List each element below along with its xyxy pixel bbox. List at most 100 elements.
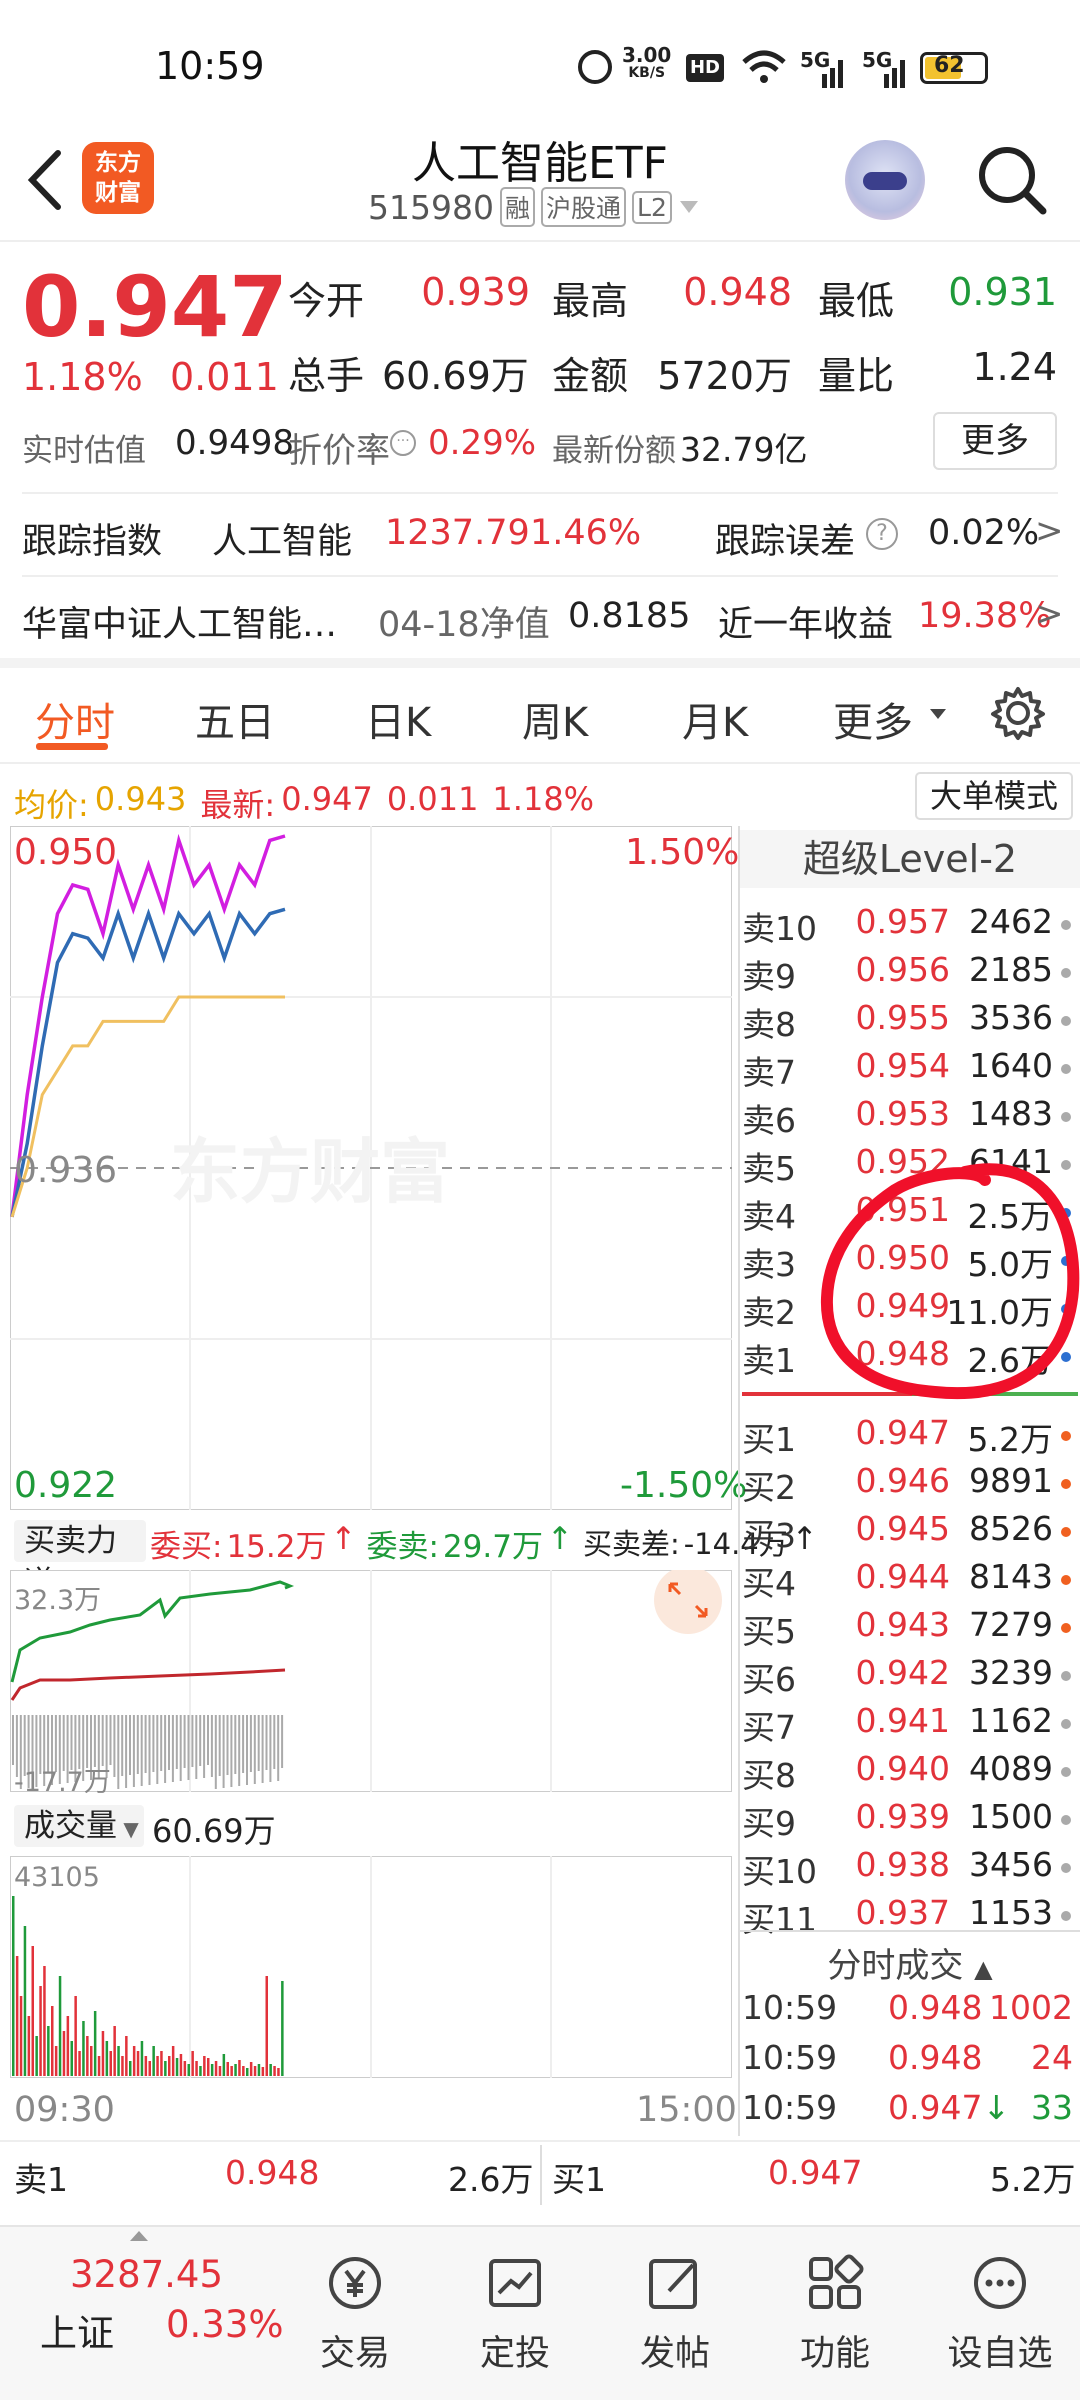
- chevron-right-icon[interactable]: >: [1035, 594, 1064, 634]
- force-bar: [171, 1715, 174, 1782]
- volume-bar: [148, 2061, 151, 2076]
- low-value: 0.931: [948, 270, 1057, 314]
- dropdown-icon[interactable]: [678, 199, 700, 215]
- ask-volume: 1640: [969, 1046, 1053, 1085]
- settings-gear-icon[interactable]: [990, 685, 1046, 741]
- nav-fixed-invest[interactable]: 定投: [425, 2225, 605, 2400]
- bid-row[interactable]: 买4 0.944 8143: [740, 1557, 1075, 1605]
- volume-bar: [90, 2046, 93, 2076]
- volume-bar: [183, 2061, 187, 2076]
- bid-row[interactable]: 买11 0.937 1153: [740, 1893, 1075, 1941]
- net-speed: 3.00 KB/S: [622, 43, 672, 81]
- ask-row[interactable]: 卖7 0.954 1640: [740, 1046, 1075, 1094]
- bid-row[interactable]: 买10 0.938 3456: [740, 1845, 1075, 1893]
- status-dot: [1061, 1479, 1071, 1489]
- big-order-mode-button[interactable]: 大单模式: [915, 772, 1073, 820]
- volume-bar: [226, 2062, 229, 2076]
- tab-weekly-k[interactable]: 周K: [522, 690, 588, 748]
- bid-row[interactable]: 买7 0.941 1162: [740, 1701, 1075, 1749]
- volume-bar: [261, 2067, 265, 2076]
- y-min-label: 0.922: [14, 1465, 118, 1506]
- bid-row[interactable]: 买5 0.943 7279: [740, 1605, 1075, 1653]
- open-label: 今开: [288, 279, 365, 323]
- volume-bar: [43, 1966, 46, 2076]
- fund-name[interactable]: 华富中证人工智能…: [22, 596, 337, 647]
- force-legend: 委买: 15.2万 ↑ 委卖: 29.7万 ↑ 买卖差: -14.4万 ↑: [150, 1521, 818, 1566]
- volume-bar: [39, 1986, 42, 2076]
- bid-price: 0.937: [855, 1893, 950, 1932]
- nav-functions[interactable]: 功能: [745, 2225, 925, 2400]
- diff-label: 买卖差:: [582, 1527, 680, 1561]
- bid-level: 买4: [742, 1564, 796, 1603]
- estimate-value: 0.9498: [175, 423, 294, 463]
- search-icon[interactable]: [975, 143, 1051, 219]
- ask-level: 卖9: [742, 957, 796, 996]
- tab-daily-k[interactable]: 日K: [365, 690, 431, 748]
- force-chart[interactable]: [10, 1570, 732, 1792]
- bid-row[interactable]: 买1 0.947 5.2万: [740, 1413, 1075, 1461]
- index-ticker[interactable]: 3287.45 上证 0.33%: [0, 2225, 290, 2400]
- ask-row[interactable]: 卖6 0.953 1483: [740, 1094, 1075, 1142]
- volume-bar: [249, 2062, 253, 2076]
- ask-level: 卖2: [742, 1293, 796, 1332]
- ask-row[interactable]: 卖8 0.955 3536: [740, 998, 1075, 1046]
- force-bar: [113, 1715, 116, 1777]
- tab-more[interactable]: 更多: [833, 690, 913, 748]
- ask-row[interactable]: 卖10 0.957 2462: [740, 902, 1075, 950]
- status-dot: [1061, 1112, 1071, 1122]
- force-bar: [129, 1715, 131, 1775]
- ask-volume: 2185: [969, 950, 1053, 989]
- nav-add-watchlist[interactable]: 设自选: [910, 2225, 1080, 2400]
- volume-bar: [253, 2066, 257, 2076]
- force-bar: [226, 1715, 229, 1775]
- bid-row[interactable]: 买6 0.942 3239: [740, 1653, 1075, 1701]
- volume-selector[interactable]: 成交量 ▼: [14, 1805, 144, 1847]
- bid-row[interactable]: 买2 0.946 9891: [740, 1461, 1075, 1509]
- ask-row[interactable]: 卖9 0.956 2185: [740, 950, 1075, 998]
- bid-volume: 3239: [969, 1653, 1053, 1692]
- nav-trade[interactable]: 交易: [265, 2225, 445, 2400]
- volume-chart[interactable]: [10, 1856, 732, 2078]
- status-dot: [1061, 1767, 1071, 1777]
- force-bar: [230, 1715, 233, 1787]
- force-bar: [152, 1715, 155, 1772]
- volume-bar: [191, 2051, 194, 2076]
- nav-post[interactable]: 发帖: [585, 2225, 765, 2400]
- volume-bar: [179, 2054, 183, 2076]
- volume-bar: [136, 2051, 140, 2076]
- more-button[interactable]: 更多: [933, 412, 1057, 470]
- bid-volume: 1153: [969, 1893, 1053, 1932]
- ask-level: 卖8: [742, 1005, 796, 1044]
- level2-title[interactable]: 超级Level-2: [740, 830, 1080, 888]
- volume-bar: [187, 2064, 190, 2076]
- bid-volume: 9891: [969, 1461, 1053, 1500]
- badge-level2: L2: [632, 190, 672, 224]
- status-dot: [1061, 1815, 1071, 1825]
- bid-row[interactable]: 买9 0.939 1500: [740, 1797, 1075, 1845]
- ask-price: 0.956: [855, 950, 950, 989]
- bid-row[interactable]: 买3 0.945 8526: [740, 1509, 1075, 1557]
- tab-monthly-k[interactable]: 月K: [682, 690, 748, 748]
- ask-level: 卖10: [742, 909, 817, 948]
- info-icon[interactable]: ···: [390, 430, 416, 456]
- trades-title[interactable]: 分时成交 ▲: [740, 1938, 1080, 1987]
- trade-price: 0.948: [888, 1988, 983, 2027]
- robot-assistant-icon[interactable]: [845, 140, 925, 220]
- yearly-return-label: 近一年收益: [718, 605, 894, 645]
- edit-icon: [649, 2259, 697, 2309]
- volume-bar: [62, 2031, 66, 2076]
- force-selector[interactable]: 买卖力道 ▼: [14, 1520, 146, 1601]
- volume-bar: [214, 2061, 218, 2076]
- status-dot: [1061, 1719, 1071, 1729]
- help-icon[interactable]: ?: [866, 518, 898, 550]
- force-bar: [156, 1715, 159, 1784]
- bid-price: 0.943: [855, 1605, 950, 1644]
- force-bar: [242, 1715, 245, 1773]
- volume-bar: [171, 2046, 175, 2076]
- intraday-price-chart[interactable]: 东方财富: [10, 826, 732, 1510]
- index-name[interactable]: 人工智能: [212, 513, 352, 564]
- chevron-right-icon[interactable]: >: [1035, 511, 1064, 551]
- tab-five-day[interactable]: 五日: [195, 690, 275, 748]
- tab-intraday[interactable]: 分时: [35, 690, 115, 748]
- bid-row[interactable]: 买8 0.940 4089: [740, 1749, 1075, 1797]
